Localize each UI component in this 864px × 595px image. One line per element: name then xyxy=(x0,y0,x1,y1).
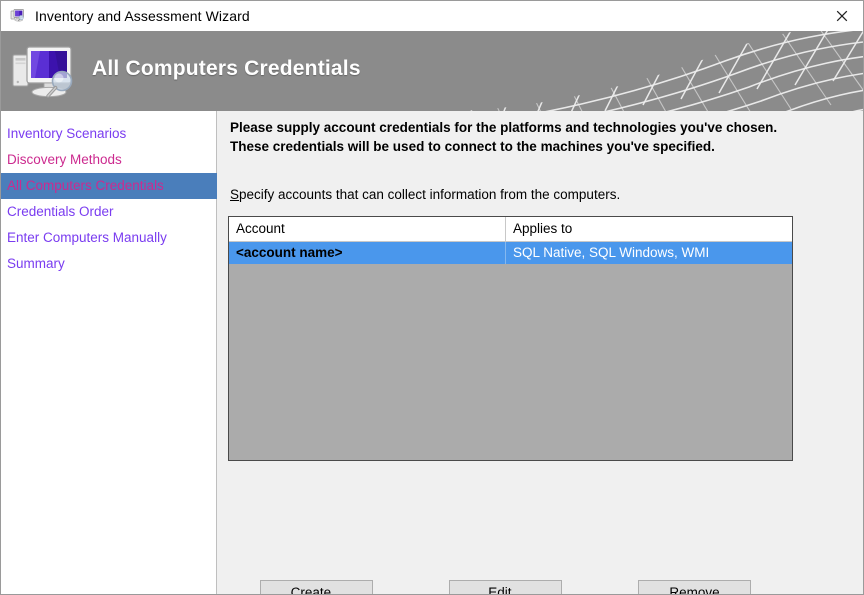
wizard-sidebar: Inventory Scenarios Discovery Methods Al… xyxy=(1,111,217,595)
sidebar-item-enter-computers-manually[interactable]: Enter Computers Manually xyxy=(1,225,216,251)
sub-instruction-text: Specify accounts that can collect inform… xyxy=(230,187,620,202)
cell-applies-to: SQL Native, SQL Windows, WMI xyxy=(506,242,792,264)
instructions-text: Please supply account credentials for th… xyxy=(230,118,800,156)
remove-button[interactable]: Remove xyxy=(638,580,751,595)
create-button[interactable]: Create... xyxy=(260,580,373,595)
banner-mesh-decoration xyxy=(445,31,864,111)
remove-button-label: Remove xyxy=(669,585,719,595)
sidebar-item-discovery-methods[interactable]: Discovery Methods xyxy=(1,147,216,173)
cell-account: <account name> xyxy=(229,242,506,264)
title-bar: Inventory and Assessment Wizard xyxy=(1,1,864,32)
create-button-label: Create... xyxy=(291,585,343,595)
edit-button[interactable]: Edit... xyxy=(449,580,562,595)
sidebar-item-credentials-order[interactable]: Credentials Order xyxy=(1,199,216,225)
sidebar-item-all-computers-credentials[interactable]: All Computers Credentials xyxy=(1,173,217,199)
window-title: Inventory and Assessment Wizard xyxy=(35,8,250,24)
column-header-account[interactable]: Account xyxy=(229,217,506,241)
wizard-computer-icon xyxy=(10,8,26,24)
close-icon[interactable] xyxy=(819,1,864,30)
column-header-applies-to[interactable]: Applies to xyxy=(506,217,792,241)
banner-heading: All Computers Credentials xyxy=(92,57,361,81)
sub-instruction-rest: pecify accounts that can collect informa… xyxy=(239,187,620,202)
sidebar-item-inventory-scenarios[interactable]: Inventory Scenarios xyxy=(1,121,216,147)
credentials-list-header: Account Applies to xyxy=(229,217,792,242)
table-row[interactable]: <account name> SQL Native, SQL Windows, … xyxy=(229,242,792,264)
wizard-main-pane: Please supply account credentials for th… xyxy=(218,111,864,595)
sidebar-item-summary[interactable]: Summary xyxy=(1,251,216,277)
credentials-list[interactable]: Account Applies to <account name> SQL Na… xyxy=(228,216,793,461)
edit-button-label: Edit... xyxy=(488,585,523,595)
computer-magnifier-icon xyxy=(11,39,85,103)
sub-instruction-accesskey: S xyxy=(230,187,239,202)
wizard-banner: All Computers Credentials xyxy=(1,31,864,111)
wizard-window: Inventory and Assessment Wizard xyxy=(0,0,864,595)
wizard-content: Inventory Scenarios Discovery Methods Al… xyxy=(1,111,864,595)
